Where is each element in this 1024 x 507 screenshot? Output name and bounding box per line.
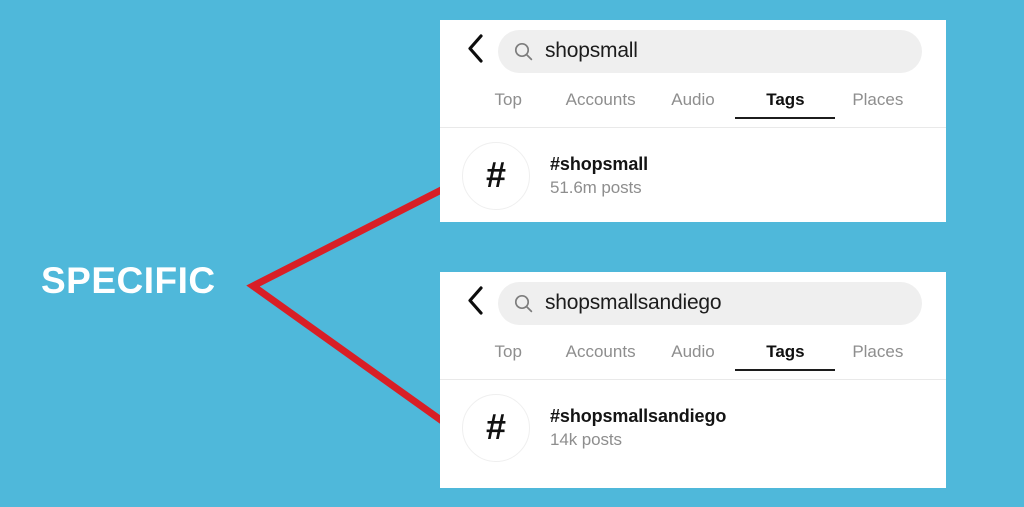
arrow-polyline <box>246 179 457 431</box>
tab-tags[interactable]: Tags <box>735 82 836 119</box>
tabs-divider <box>440 127 946 128</box>
hashtag-avatar: # <box>462 394 530 462</box>
tab-label: Places <box>852 90 904 109</box>
search-input[interactable]: shopsmall <box>498 29 922 73</box>
hashtag-post-count: 51.6m posts <box>550 178 642 198</box>
search-input[interactable]: shopsmallsandiego <box>498 281 922 325</box>
search-result-card-specific: shopsmallsandiego Top Accounts Audio Tag… <box>440 272 946 488</box>
tab-tags[interactable]: Tags <box>735 334 836 371</box>
search-result-card-broad: shopsmall Top Accounts Audio Tags Places <box>440 20 946 222</box>
search-input-value: shopsmall <box>545 39 638 62</box>
tab-audio[interactable]: Audio <box>647 334 739 362</box>
hash-icon: # <box>485 154 507 195</box>
chevron-left-icon <box>467 34 484 68</box>
tab-label: Accounts <box>565 90 636 109</box>
hashtag-post-count: 14k posts <box>550 430 622 450</box>
back-button[interactable] <box>458 286 492 320</box>
tab-top[interactable]: Top <box>462 334 554 362</box>
chevron-left-icon <box>467 286 484 320</box>
tab-label: Top <box>494 342 522 361</box>
tab-label: Places <box>852 342 904 361</box>
tab-places[interactable]: Places <box>832 334 924 362</box>
result-text-block: #shopsmallsandiego 14k posts <box>550 404 726 452</box>
active-tab-indicator <box>735 368 836 371</box>
specific-callout-label: SPECIFIC <box>41 260 216 301</box>
list-item[interactable]: # #shopsmallsandiego 14k posts <box>440 380 946 462</box>
search-icon <box>514 294 533 313</box>
list-item[interactable]: # #shopsmall 51.6m posts <box>440 128 946 210</box>
search-icon <box>514 42 533 61</box>
back-button[interactable] <box>458 34 492 68</box>
tab-label: Audio <box>671 342 715 361</box>
tab-label: Tags <box>766 342 805 361</box>
search-tabs: Top Accounts Audio Tags Places <box>440 82 946 128</box>
tab-label: Audio <box>671 90 715 109</box>
hashtag-name: #shopsmall <box>550 153 649 174</box>
tab-label: Accounts <box>565 342 636 361</box>
hash-icon: # <box>485 406 507 447</box>
result-text-block: #shopsmall 51.6m posts <box>550 152 648 200</box>
slide-canvas: SPECIFIC shopsmall Top Accounts Audio Ta… <box>0 0 1024 507</box>
tab-accounts[interactable]: Accounts <box>554 82 646 110</box>
hashtag-name: #shopsmallsandiego <box>550 405 727 426</box>
tab-accounts[interactable]: Accounts <box>554 334 646 362</box>
tab-label: Tags <box>766 90 805 109</box>
search-tabs: Top Accounts Audio Tags Places <box>440 334 946 380</box>
tabs-divider <box>440 379 946 380</box>
search-bar-row: shopsmallsandiego <box>440 272 946 334</box>
hashtag-avatar: # <box>462 142 530 210</box>
search-input-value: shopsmallsandiego <box>545 291 722 314</box>
tab-places[interactable]: Places <box>832 82 924 110</box>
search-bar-row: shopsmall <box>440 20 946 82</box>
active-tab-indicator <box>735 116 836 119</box>
tab-label: Top <box>494 90 522 109</box>
tab-audio[interactable]: Audio <box>647 82 739 110</box>
tab-top[interactable]: Top <box>462 82 554 110</box>
